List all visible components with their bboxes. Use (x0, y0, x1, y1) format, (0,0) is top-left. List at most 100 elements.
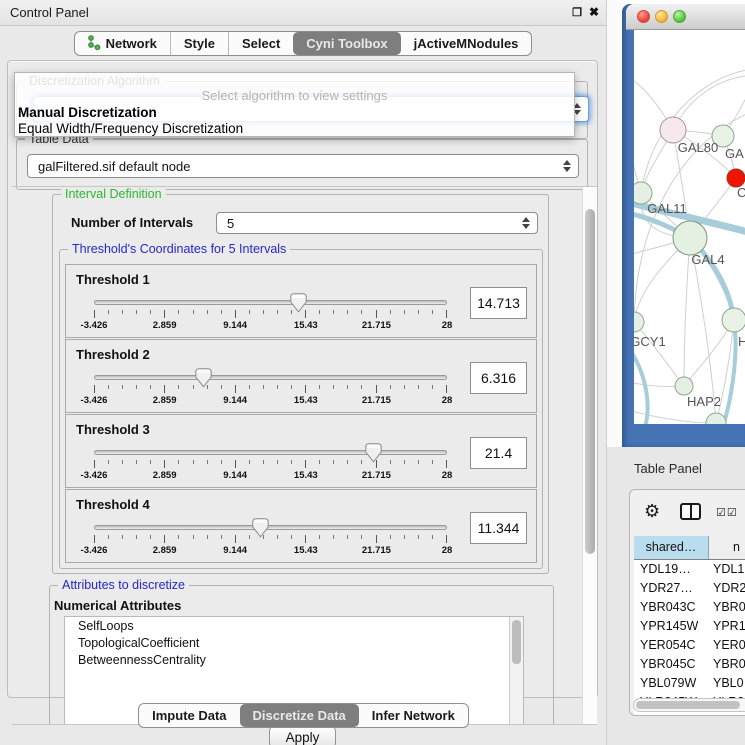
node-label: GAL80 (678, 140, 718, 155)
numerical-attribute-item[interactable]: TopologicalCoefficient (65, 634, 523, 651)
tab-infer-network[interactable]: Infer Network (359, 704, 468, 727)
threshold-label: Threshold 2 (76, 347, 150, 362)
close-icon[interactable]: ✖ (589, 5, 599, 19)
column-header-shared-name[interactable]: shared… (634, 536, 709, 559)
horizontal-scrollbar[interactable] (633, 698, 745, 712)
table-data-combobox[interactable]: galFiltered.sif default node (27, 154, 579, 178)
tab-cyni-toolbox[interactable]: Cyni Toolbox (293, 32, 400, 55)
cell-shared-name[interactable]: YBL079W (634, 674, 709, 693)
threshold-value-field[interactable]: 14.713 (470, 287, 527, 319)
slider-track[interactable] (94, 300, 447, 305)
tab-jactivemnodules[interactable]: jActiveMNodules (401, 32, 532, 55)
scrollbar-thumb[interactable] (636, 701, 740, 709)
checkbox-icons[interactable]: ☑☑ (716, 506, 738, 519)
network-edge[interactable] (684, 238, 690, 386)
threshold-slider[interactable]: -3.4262.8599.14415.4321.71528 (94, 518, 447, 562)
float-window-icon[interactable]: ❐ (572, 6, 582, 19)
table-columns-icon[interactable] (680, 503, 701, 520)
tab-label: Select (242, 36, 280, 51)
apply-row: Apply (8, 726, 597, 745)
cell-name[interactable]: YIL0 (709, 712, 745, 716)
threshold-slider[interactable]: -3.4262.8599.14415.4321.71528 (94, 368, 447, 412)
tab-label: Style (184, 36, 215, 51)
dropdown-placeholder-option[interactable]: Select algorithm to view settings (15, 88, 574, 103)
apply-button[interactable]: Apply (269, 726, 337, 745)
mac-close-icon[interactable] (637, 10, 650, 23)
table-row[interactable]: YIL052CYIL0 (634, 712, 745, 716)
cell-name[interactable]: YDR2 (709, 579, 745, 598)
slider-tick-labels: -3.4262.8599.14415.4321.71528 (94, 545, 447, 557)
cell-name[interactable]: YER0 (709, 636, 745, 655)
tab-impute-data[interactable]: Impute Data (139, 704, 239, 727)
threshold-value-field[interactable]: 6.316 (470, 362, 527, 394)
slider-tick-labels: -3.4262.8599.14415.4321.71528 (94, 395, 447, 407)
cell-name[interactable]: YPR1 (709, 617, 745, 636)
cell-shared-name[interactable]: YDR27… (634, 579, 709, 598)
cell-shared-name[interactable]: YER054C (634, 636, 709, 655)
node-label: GCY1 (634, 334, 666, 349)
vertical-scrollbar[interactable] (582, 187, 597, 724)
cell-shared-name[interactable]: YPR145W (634, 617, 709, 636)
cell-name[interactable]: YBR0 (709, 655, 745, 674)
slider-thumb-icon[interactable] (290, 293, 307, 313)
table-row[interactable]: YER054CYER0 (634, 636, 745, 655)
bottom-node[interactable] (706, 413, 726, 424)
threshold-panel: Threshold 2 6.316 -3.4262.8599.14415.432… (65, 339, 537, 413)
slider-ticks (94, 535, 447, 544)
background-gap (607, 0, 623, 447)
tab-select[interactable]: Select (228, 32, 293, 55)
table-row[interactable]: YBR045CYBR0 (634, 655, 745, 674)
threshold-slider[interactable]: -3.4262.8599.14415.4321.71528 (94, 443, 447, 487)
cell-name[interactable]: YDL1 (709, 560, 745, 579)
cell-shared-name[interactable]: YBR043C (634, 598, 709, 617)
slider-track[interactable] (94, 375, 447, 380)
slider-track[interactable] (94, 525, 447, 530)
tab-discretize-data[interactable]: Discretize Data (240, 704, 359, 727)
HAP2-node[interactable] (675, 377, 693, 395)
threshold-slider[interactable]: -3.4262.8599.14415.4321.71528 (94, 293, 447, 337)
network-canvas[interactable]: GAL80GACGAL11GAL4GCY1HHAP2 (634, 30, 745, 424)
threshold-panels: Threshold 1 14.713 -3.4262.8599.14415.43… (65, 264, 537, 564)
slider-thumb-icon[interactable] (365, 443, 382, 463)
column-header-name[interactable]: n (709, 536, 745, 559)
slider-track[interactable] (94, 450, 447, 455)
scrollbar-thumb[interactable] (585, 209, 595, 554)
numerical-attribute-item[interactable]: BetweennessCentrality (65, 651, 523, 668)
GCY1-node[interactable] (634, 312, 644, 332)
settings-scroll-area: Interval Definition Number of Intervals … (12, 186, 597, 725)
dropdown-option-equal-width-frequency[interactable]: Equal Width/Frequency Discretization (18, 121, 243, 136)
slider-thumb-icon[interactable] (195, 368, 212, 388)
number-of-intervals-combobox[interactable]: 5 (216, 212, 538, 234)
tab-network[interactable]: Network (75, 32, 170, 55)
scrollbar-thumb[interactable] (512, 620, 521, 664)
table-row[interactable]: YPR145WYPR1 (634, 617, 745, 636)
table-rows: YDL19…YDL1YDR27…YDR2YBR043CYBR0YPR145WYP… (634, 560, 745, 716)
GAL4-node[interactable] (673, 221, 707, 255)
table-row[interactable]: YBL079WYBL0 (634, 674, 745, 693)
gear-icon[interactable]: ⚙ (644, 502, 660, 520)
threshold-value-field[interactable]: 21.4 (470, 437, 527, 469)
numerical-attributes-label: Numerical Attributes (54, 598, 181, 613)
table-row[interactable]: YDR27…YDR2 (634, 579, 745, 598)
slider-thumb-icon[interactable] (252, 518, 269, 538)
table-row[interactable]: YDL19…YDL1 (634, 560, 745, 579)
mac-zoom-icon[interactable] (673, 10, 686, 23)
mac-minimize-icon[interactable] (655, 10, 668, 23)
cell-shared-name[interactable]: YDL19… (634, 560, 709, 579)
tab-label: Cyni Toolbox (306, 36, 387, 51)
threshold-value-field[interactable]: 11.344 (470, 512, 527, 544)
bottom-tabbar: Impute Data Discretize Data Infer Networ… (0, 703, 607, 728)
cell-shared-name[interactable]: YIL052C (634, 712, 709, 716)
tab-style[interactable]: Style (170, 32, 228, 55)
cell-name[interactable]: YBL0 (709, 674, 745, 693)
dropdown-option-manual-discretization[interactable]: Manual Discretization (18, 105, 157, 120)
right-node[interactable] (722, 308, 745, 332)
cell-shared-name[interactable]: YBR045C (634, 655, 709, 674)
threshold-label: Threshold 4 (76, 497, 150, 512)
cell-name[interactable]: YBR0 (709, 598, 745, 617)
numerical-attribute-item[interactable]: SelfLoops (65, 617, 523, 634)
table-row[interactable]: YBR043CYBR0 (634, 598, 745, 617)
control-panel-titlebar: Control Panel ❐ ✖ (0, 0, 606, 26)
node-label: H (738, 334, 745, 349)
node-label: GAL11 (647, 201, 687, 216)
